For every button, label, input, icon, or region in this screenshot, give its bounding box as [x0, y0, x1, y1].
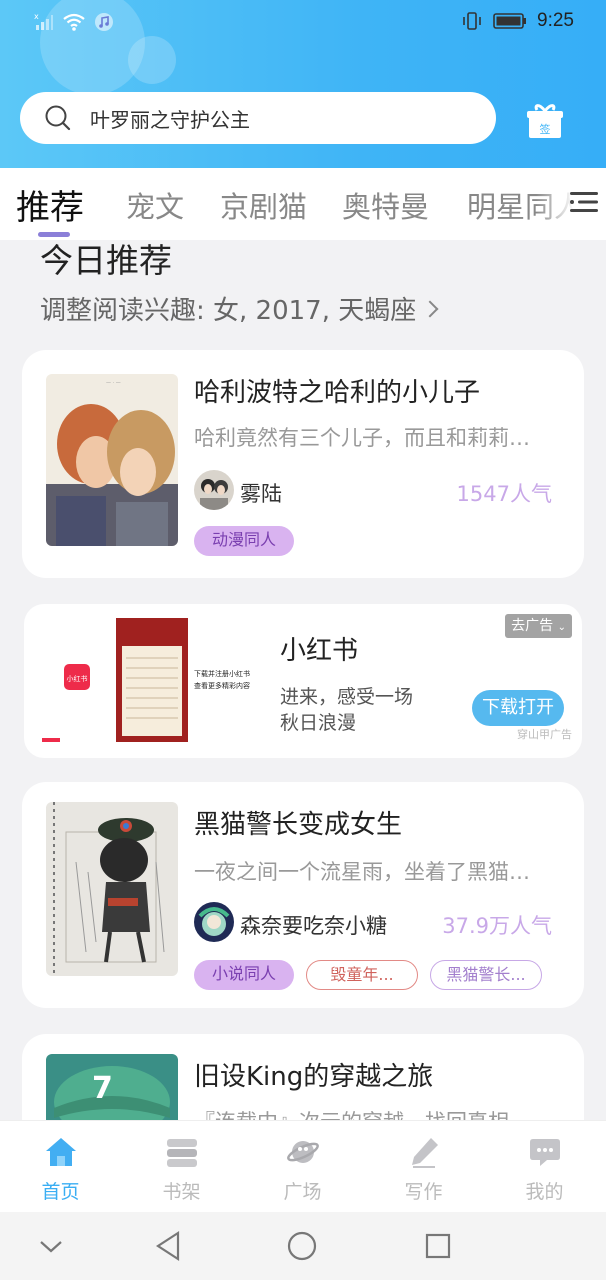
book-card[interactable]: — · — 哈利波特之哈利的小儿子 哈利竟然有三个儿子，而且和莉莉… 雾陆 15… — [22, 350, 584, 578]
svg-text:小红书: 小红书 — [67, 674, 88, 683]
tabs-menu-icon[interactable] — [568, 186, 600, 218]
book-tag[interactable]: 小说同人 — [194, 960, 294, 990]
ad-title[interactable]: 小红书 — [280, 630, 358, 667]
search-icon — [45, 105, 71, 131]
author-name[interactable]: 森奈要吃奈小糖 — [240, 910, 387, 940]
nav-bookshelf[interactable]: 书架 — [121, 1121, 242, 1213]
author-avatar[interactable] — [194, 470, 234, 510]
book-title[interactable]: 哈利波特之哈利的小儿子 — [194, 372, 480, 409]
nav-write[interactable]: 写作 — [363, 1121, 484, 1213]
home-icon — [46, 1138, 76, 1166]
nav-square[interactable]: 广场 — [242, 1121, 363, 1213]
section-title: 今日推荐 — [40, 241, 172, 280]
chevron-down-icon: ⌄ — [557, 622, 566, 633]
music-icon — [95, 13, 113, 31]
search-input[interactable]: 叶罗丽之守护公主 — [90, 104, 250, 133]
app-header: x 9:25 叶罗丽之守护公主 签 — [0, 0, 606, 168]
tab-pet-story[interactable]: 宠文 — [126, 184, 184, 226]
download-open-button[interactable]: 下载打开 — [472, 690, 564, 726]
tab-recommend[interactable]: 推荐 — [16, 180, 84, 229]
recents-icon[interactable] — [424, 1232, 452, 1260]
home-circle-icon[interactable] — [286, 1230, 318, 1262]
svg-text:查看更多精彩内容: 查看更多精彩内容 — [194, 681, 250, 690]
book-tag[interactable]: 毁童年... — [306, 960, 418, 990]
nav-label: 书架 — [162, 1181, 201, 1203]
tab-opera-cat[interactable]: 京剧猫 — [220, 184, 307, 226]
bookshelf-icon — [167, 1139, 197, 1167]
book-title[interactable]: 黑猫警长变成女生 — [194, 804, 402, 841]
ad-text-line: 进来，感受一场 — [280, 686, 414, 708]
chevron-down-icon[interactable] — [38, 1236, 64, 1256]
system-nav-bar — [0, 1212, 606, 1280]
book-title[interactable]: 旧设King的穿越之旅 — [194, 1056, 433, 1093]
book-card[interactable]: 黑猫警长变成女生 一夜之间一个流星雨，坐着了黑猫… 森奈要吃奈小糖 37.9万人… — [22, 782, 584, 1008]
nav-label: 首页 — [41, 1181, 80, 1203]
category-tabs: 推荐 宠文 京剧猫 奥特曼 明星同人 — [0, 168, 606, 240]
popularity-count: 37.9万人气 — [442, 914, 552, 938]
svg-text:下载并注册小红书: 下载并注册小红书 — [194, 669, 250, 678]
svg-text:签: 签 — [540, 122, 551, 136]
author-avatar[interactable] — [194, 902, 234, 942]
book-description: 一夜之间一个流星雨，坐着了黑猫… — [194, 860, 530, 884]
ad-text-line: 秋日浪漫 — [280, 712, 357, 734]
ad-image[interactable]: 小红书 下载并注册小红书 查看更多精彩内容 — [42, 618, 260, 742]
ad-card[interactable]: 小红书 下载并注册小红书 查看更多精彩内容 小红书 进来，感受一场 秋日浪漫 去… — [24, 604, 582, 758]
nav-home[interactable]: 首页 — [0, 1121, 121, 1213]
back-icon[interactable] — [154, 1230, 182, 1262]
nav-label: 写作 — [404, 1181, 443, 1203]
reading-interest-text: 调整阅读兴趣: 女, 2017, 天蝎座 — [40, 296, 417, 326]
remove-ad-button[interactable]: 去广告 ⌄ — [505, 614, 572, 638]
battery-icon — [493, 13, 527, 29]
nav-mine[interactable]: 我的 — [484, 1121, 605, 1213]
author-name[interactable]: 雾陆 — [240, 478, 282, 508]
remove-ad-label: 去广告 — [511, 618, 554, 634]
daily-checkin-gift-icon[interactable]: 签 — [526, 102, 564, 140]
nav-label: 广场 — [283, 1181, 322, 1203]
book-cover[interactable]: — · — — [46, 374, 178, 546]
vibrate-icon — [463, 12, 481, 30]
bottom-nav: 首页 书架 广场 写作 我的 — [0, 1120, 606, 1212]
wifi-icon — [63, 13, 85, 31]
book-tag[interactable]: 黑猫警长... — [430, 960, 542, 990]
book-description: 哈利竟然有三个儿子，而且和莉莉… — [194, 426, 530, 450]
ad-source-label: 穿山甲广告 — [517, 728, 572, 741]
svg-text:— · —: — · — — [106, 380, 121, 386]
chat-icon — [530, 1139, 560, 1166]
book-cover[interactable] — [46, 802, 178, 976]
chevron-right-icon — [421, 300, 439, 317]
search-bar[interactable]: 叶罗丽之守护公主 — [20, 92, 496, 144]
status-bar: x 9:25 — [0, 0, 606, 44]
ad-text: 进来，感受一场 秋日浪漫 — [280, 684, 413, 736]
signal-icon: x — [34, 12, 53, 30]
status-time: 9:25 — [537, 10, 574, 31]
tab-ultraman[interactable]: 奥特曼 — [342, 184, 429, 226]
popularity-count: 1547人气 — [456, 482, 552, 506]
book-tag[interactable]: 动漫同人 — [194, 526, 294, 556]
svg-text:7: 7 — [92, 1071, 113, 1106]
nav-label: 我的 — [525, 1181, 564, 1203]
planet-icon — [287, 1141, 319, 1163]
svg-text:x: x — [34, 12, 39, 21]
pen-icon — [412, 1138, 438, 1168]
reading-interest-link[interactable]: 调整阅读兴趣: 女, 2017, 天蝎座 — [40, 290, 439, 327]
